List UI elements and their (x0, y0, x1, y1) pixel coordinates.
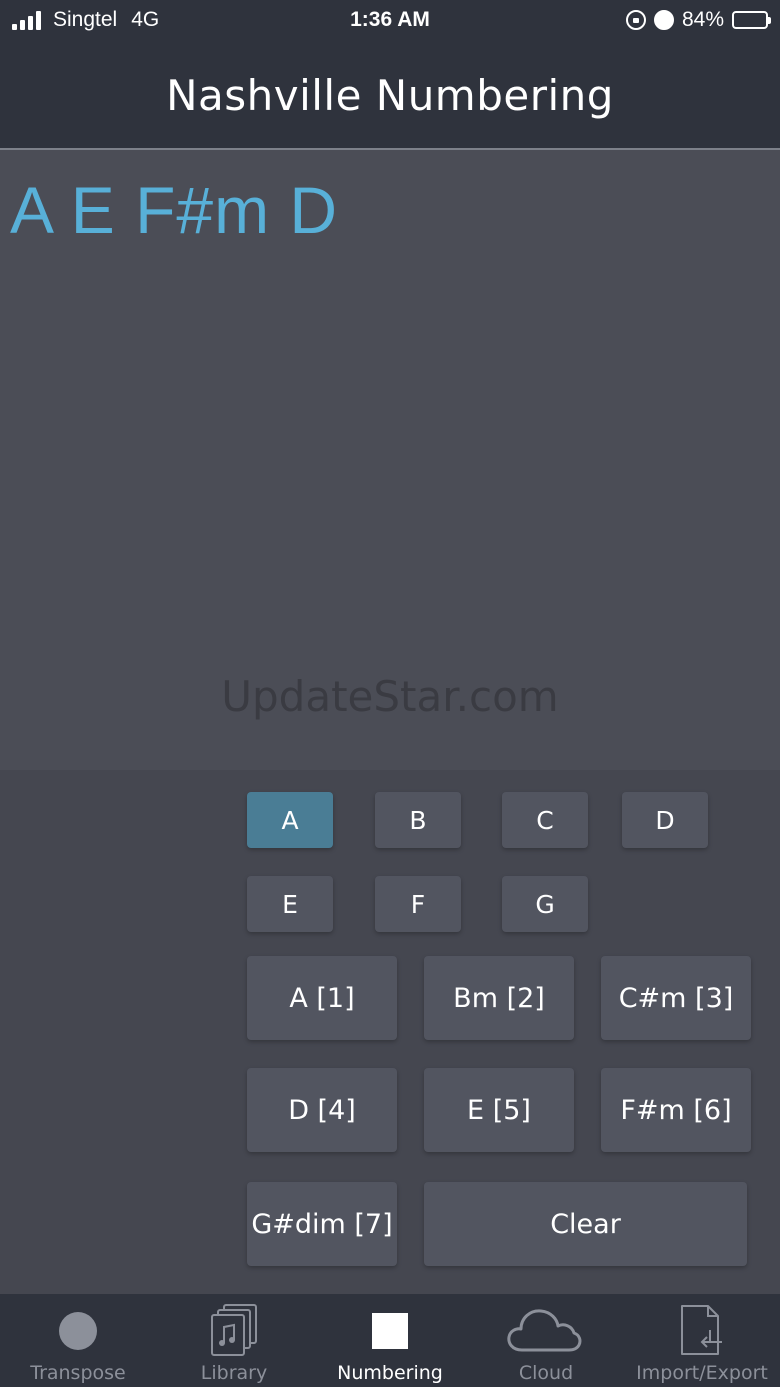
nav-header: Nashville Numbering (0, 42, 780, 148)
chord-key-6[interactable]: F#m [6] (601, 1068, 751, 1152)
tab-label-library: Library (200, 1362, 268, 1384)
note-key-f[interactable]: F (375, 876, 461, 932)
tab-library[interactable]: Library (156, 1294, 312, 1387)
note-key-c[interactable]: C (502, 792, 588, 848)
cloud-icon (507, 1309, 582, 1352)
alarm-icon (653, 10, 674, 30)
orientation-lock-icon (625, 10, 646, 30)
square-icon (372, 1313, 408, 1349)
note-key-b[interactable]: B (375, 792, 461, 848)
tab-bar: Transpose Library Numbering Cloud Import… (0, 1294, 780, 1387)
progression-display: A E F#m D UpdateStar.com (0, 150, 780, 770)
note-key-g[interactable]: G (502, 876, 588, 932)
chord-key-7[interactable]: G#dim [7] (247, 1182, 397, 1266)
tab-numbering[interactable]: Numbering (312, 1294, 468, 1387)
chord-key-2[interactable]: Bm [2] (424, 956, 574, 1040)
keypad: A B C D E F G A [1] Bm [2] C#m [3] D [4]… (0, 770, 780, 1294)
watermark: UpdateStar.com (221, 672, 559, 721)
page-title: Nashville Numbering (166, 70, 614, 120)
import-export-icon (681, 1305, 722, 1355)
note-key-a[interactable]: A (247, 792, 333, 848)
music-stack-icon (211, 1304, 257, 1356)
battery-percent: 84% (681, 8, 724, 31)
tab-label-import-export: Import/Export (636, 1362, 768, 1384)
status-bar: Singtel 4G 1:36 AM 84% (0, 0, 780, 42)
tab-import-export[interactable]: Import/Export (624, 1294, 780, 1387)
chord-progression-text: A E F#m D (10, 173, 339, 247)
status-right: 84% (625, 8, 771, 32)
battery-icon (732, 11, 771, 29)
tab-label-cloud: Cloud (518, 1362, 574, 1384)
chord-key-3[interactable]: C#m [3] (601, 956, 751, 1040)
circle-icon (59, 1312, 97, 1350)
note-key-d[interactable]: D (622, 792, 708, 848)
tab-label-numbering: Numbering (337, 1362, 443, 1384)
tab-transpose[interactable]: Transpose (0, 1294, 156, 1387)
chord-key-1[interactable]: A [1] (247, 956, 397, 1040)
chord-key-4[interactable]: D [4] (247, 1068, 397, 1152)
tab-cloud[interactable]: Cloud (468, 1294, 624, 1387)
note-key-e[interactable]: E (247, 876, 333, 932)
clear-button[interactable]: Clear (424, 1182, 747, 1266)
chord-key-5[interactable]: E [5] (424, 1068, 574, 1152)
tab-label-transpose: Transpose (30, 1362, 126, 1384)
